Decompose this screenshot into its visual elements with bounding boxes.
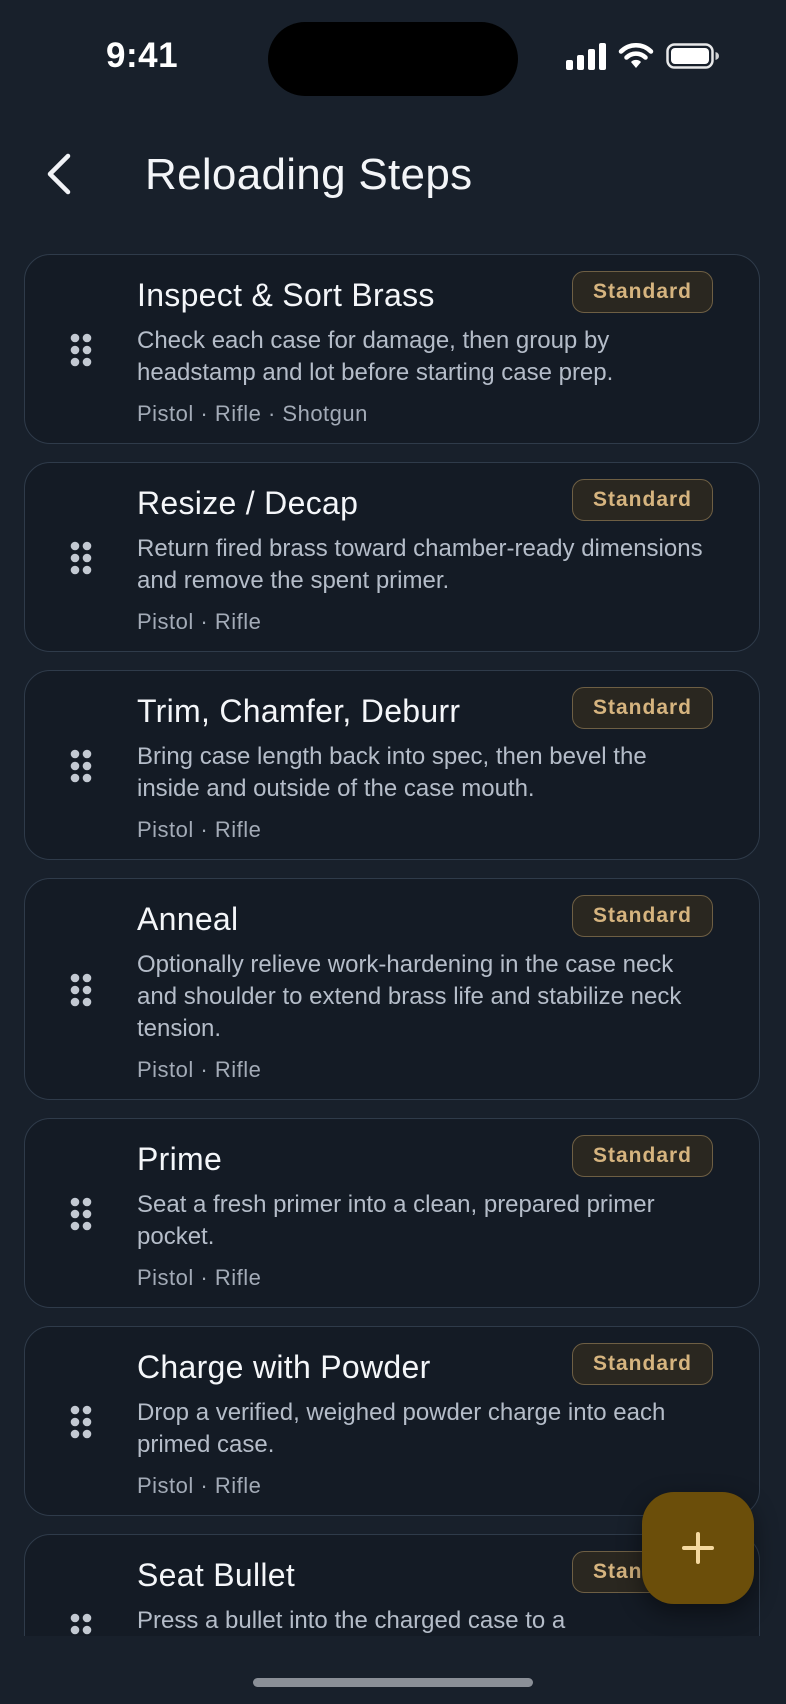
step-title: Trim, Chamfer, Deburr xyxy=(137,693,461,729)
chevron-left-icon xyxy=(47,153,71,195)
step-badge: Standard xyxy=(572,1135,713,1177)
step-card[interactable]: Inspect & Sort Brass Standard Check each… xyxy=(24,254,760,444)
drag-handle-icon[interactable] xyxy=(69,332,93,368)
step-title: Prime xyxy=(137,1141,223,1177)
step-card[interactable]: Prime Standard Seat a fresh primer into … xyxy=(24,1118,760,1308)
wifi-icon xyxy=(618,43,654,68)
step-description: Seat a fresh primer into a clean, prepar… xyxy=(137,1191,655,1250)
step-description: Drop a verified, weighed powder charge i… xyxy=(137,1399,666,1458)
cellular-signal-icon xyxy=(566,42,606,70)
home-indicator xyxy=(253,1678,533,1687)
step-title: Inspect & Sort Brass xyxy=(137,277,435,313)
step-tags: Pistol · Rifle xyxy=(137,817,262,842)
add-step-button[interactable] xyxy=(642,1492,754,1604)
step-description: Press a bullet into the charged case to … xyxy=(137,1607,566,1634)
step-title: Seat Bullet xyxy=(137,1557,296,1593)
dynamic-island xyxy=(268,22,518,96)
drag-handle-icon[interactable] xyxy=(69,1612,93,1636)
step-tags: Pistol · Rifle xyxy=(137,1473,262,1498)
step-description: Return fired brass toward chamber-ready … xyxy=(137,535,703,594)
step-description: Optionally relieve work-hardening in the… xyxy=(137,951,682,1042)
step-badge: Standard xyxy=(572,479,713,521)
step-tags: Pistol · Rifle · Shotgun xyxy=(137,401,368,426)
step-description: Bring case length back into spec, then b… xyxy=(137,743,647,802)
step-tags: Pistol · Rifle xyxy=(137,609,262,634)
drag-handle-icon[interactable] xyxy=(69,1196,93,1232)
status-bar: 9:41 xyxy=(0,0,786,116)
status-icons xyxy=(566,42,720,70)
step-title: Anneal xyxy=(137,901,239,937)
step-badge: Standard xyxy=(572,687,713,729)
plus-icon xyxy=(682,1532,714,1564)
step-badge: Standard xyxy=(572,1343,713,1385)
header: Reloading Steps xyxy=(0,140,786,210)
step-title: Resize / Decap xyxy=(137,485,359,521)
step-badge: Standard xyxy=(572,895,713,937)
step-badge: Standard xyxy=(572,271,713,313)
step-card[interactable]: Resize / Decap Standard Return fired bra… xyxy=(24,462,760,652)
step-card[interactable]: Trim, Chamfer, Deburr Standard Bring cas… xyxy=(24,670,760,860)
drag-handle-icon[interactable] xyxy=(69,540,93,576)
step-title: Charge with Powder xyxy=(137,1349,431,1385)
status-time: 9:41 xyxy=(106,36,179,75)
step-tags: Pistol · Rifle xyxy=(137,1057,262,1082)
battery-icon xyxy=(666,43,719,69)
step-card[interactable]: Anneal Standard Optionally relieve work-… xyxy=(24,878,760,1100)
step-card[interactable]: Charge with Powder Standard Drop a verif… xyxy=(24,1326,760,1516)
drag-handle-icon[interactable] xyxy=(69,748,93,784)
step-description: Check each case for damage, then group b… xyxy=(137,327,614,386)
drag-handle-icon[interactable] xyxy=(69,1404,93,1440)
page-title: Reloading Steps xyxy=(145,150,473,199)
step-tags: Pistol · Rifle xyxy=(137,1265,262,1290)
back-button[interactable] xyxy=(36,148,88,200)
steps-list[interactable]: Inspect & Sort Brass Standard Check each… xyxy=(24,254,762,1636)
drag-handle-icon[interactable] xyxy=(69,972,93,1008)
